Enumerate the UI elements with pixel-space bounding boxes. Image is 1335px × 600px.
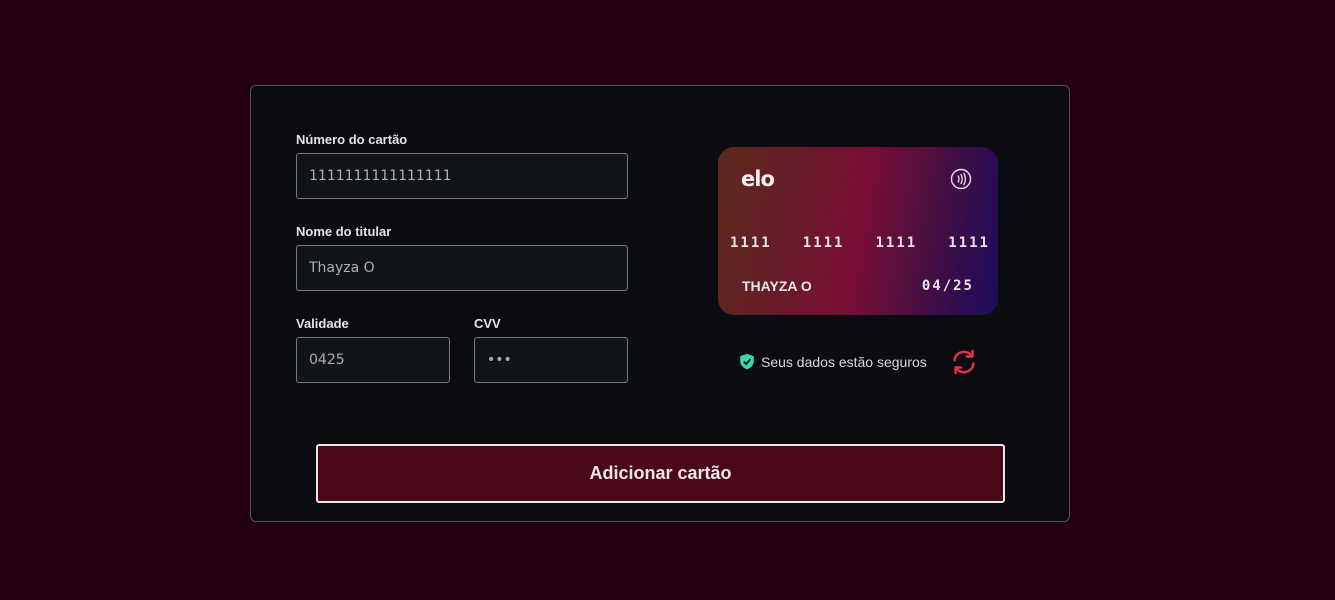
card-preview-holder: THAYZA O — [742, 278, 812, 294]
add-card-button[interactable]: Adicionar cartão — [316, 444, 1005, 503]
holder-name-label: Nome do titular — [296, 224, 392, 239]
card-preview-number: 1111 1111 1111 1111 — [730, 235, 990, 251]
expiry-label: Validade — [296, 316, 349, 331]
refresh-icon[interactable] — [951, 349, 977, 375]
cvv-label: CVV — [474, 316, 501, 331]
card-number-input[interactable] — [296, 153, 628, 199]
card-preview: elo 1111 1111 1111 1111 THAYZA O 04/25 — [718, 147, 998, 315]
card-brand-logo: elo — [741, 167, 775, 191]
expiry-input[interactable] — [296, 337, 450, 383]
card-number-group: 1111 — [802, 235, 845, 251]
card-number-group: 1111 — [875, 235, 918, 251]
holder-name-input[interactable] — [296, 245, 628, 291]
security-note: Seus dados estão seguros — [739, 353, 927, 370]
add-card-panel: Número do cartão Nome do titular Validad… — [250, 85, 1070, 522]
card-number-label: Número do cartão — [296, 132, 408, 147]
card-number-group: 1111 — [948, 235, 990, 251]
security-text: Seus dados estão seguros — [761, 353, 927, 370]
card-preview-expiry: 04/25 — [921, 278, 974, 294]
cvv-input[interactable] — [474, 337, 628, 383]
shield-check-icon — [740, 353, 754, 370]
contactless-icon — [950, 168, 972, 190]
card-number-group: 1111 — [730, 235, 772, 251]
